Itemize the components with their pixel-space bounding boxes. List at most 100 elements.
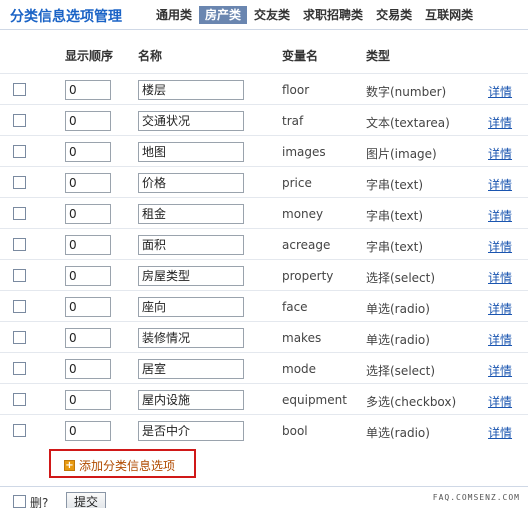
display-order-input[interactable]: 0 (65, 266, 111, 286)
delete-all-checkbox[interactable] (13, 495, 26, 508)
display-order-input[interactable]: 0 (65, 111, 111, 131)
detail-link[interactable]: 详情 (488, 176, 512, 193)
display-order-input[interactable]: 0 (65, 421, 111, 441)
header: 分类信息选项管理 通用类 房产类 交友类 求职招聘类 交易类 互联网类 (0, 0, 528, 30)
tab-4[interactable]: 交易类 (370, 6, 418, 24)
column-header-order: 显示顺序 (65, 49, 114, 63)
detail-link[interactable]: 详情 (488, 331, 512, 348)
tab-1[interactable]: 房产类 (199, 6, 248, 24)
variable-name: price (282, 176, 312, 190)
option-name-input[interactable]: 座向 (138, 297, 244, 317)
row-select-checkbox[interactable] (13, 145, 26, 158)
table-row: 0 房屋类型 property 选择(select) 详情 (0, 259, 528, 290)
table-row: 0 座向 face 单选(radio) 详情 (0, 290, 528, 321)
option-name-input[interactable]: 租金 (138, 204, 244, 224)
table-row: 0 屋内设施 equipment 多选(checkbox) 详情 (0, 383, 528, 414)
display-order-input[interactable]: 0 (65, 235, 111, 255)
table-header: 显示顺序 名称 变量名 类型 (0, 47, 528, 69)
option-type: 选择(select) (366, 271, 436, 285)
option-name-input[interactable]: 交通状况 (138, 111, 244, 131)
variable-name: makes (282, 331, 322, 345)
tab-3[interactable]: 求职招聘类 (297, 6, 369, 24)
detail-link[interactable]: 详情 (488, 300, 512, 317)
row-select-checkbox[interactable] (13, 331, 26, 344)
variable-name: traf (282, 114, 304, 128)
table-row: 0 装修情况 makes 单选(radio) 详情 (0, 321, 528, 352)
option-type: 单选(radio) (366, 302, 430, 316)
row-select-checkbox[interactable] (13, 114, 26, 127)
variable-name: floor (282, 83, 310, 97)
row-select-checkbox[interactable] (13, 238, 26, 251)
table-row: 0 楼层 floor 数字(number) 详情 (0, 73, 528, 104)
option-name-input[interactable]: 面积 (138, 235, 244, 255)
plus-icon: + (64, 460, 75, 471)
display-order-input[interactable]: 0 (65, 173, 111, 193)
variable-name: money (282, 207, 324, 221)
option-name-input[interactable]: 房屋类型 (138, 266, 244, 286)
display-order-input[interactable]: 0 (65, 328, 111, 348)
tab-5[interactable]: 互联网类 (419, 6, 479, 24)
category-tabs: 通用类 房产类 交友类 求职招聘类 交易类 互联网类 (150, 6, 480, 24)
row-select-checkbox[interactable] (13, 83, 26, 96)
delete-label: 删? (30, 496, 49, 508)
variable-name: images (282, 145, 326, 159)
display-order-input[interactable]: 0 (65, 204, 111, 224)
column-header-name: 名称 (138, 49, 163, 63)
detail-link[interactable]: 详情 (488, 238, 512, 255)
display-order-input[interactable]: 0 (65, 142, 111, 162)
row-select-checkbox[interactable] (13, 300, 26, 313)
option-name-input[interactable]: 装修情况 (138, 328, 244, 348)
option-type: 字串(text) (366, 209, 424, 223)
row-select-checkbox[interactable] (13, 269, 26, 282)
variable-name: equipment (282, 393, 347, 407)
variable-name: face (282, 300, 308, 314)
display-order-input[interactable]: 0 (65, 359, 111, 379)
option-name-input[interactable]: 居室 (138, 359, 244, 379)
detail-link[interactable]: 详情 (488, 393, 512, 410)
variable-name: bool (282, 424, 308, 438)
option-type: 字串(text) (366, 178, 424, 192)
add-option-label: 添加分类信息选项 (79, 459, 176, 473)
row-select-checkbox[interactable] (13, 393, 26, 406)
tab-2[interactable]: 交友类 (248, 6, 296, 24)
row-select-checkbox[interactable] (13, 176, 26, 189)
variable-name: acreage (282, 238, 331, 252)
detail-link[interactable]: 详情 (488, 145, 512, 162)
table-row: 0 地图 images 图片(image) 详情 (0, 135, 528, 166)
detail-link[interactable]: 详情 (488, 269, 512, 286)
option-type: 字串(text) (366, 240, 424, 254)
tab-0[interactable]: 通用类 (150, 6, 198, 24)
display-order-input[interactable]: 0 (65, 297, 111, 317)
option-name-input[interactable]: 屋内设施 (138, 390, 244, 410)
option-name-input[interactable]: 地图 (138, 142, 244, 162)
column-header-type: 类型 (366, 49, 391, 63)
table-row: 0 是否中介 bool 单选(radio) 详情 (0, 414, 528, 445)
detail-link[interactable]: 详情 (488, 114, 512, 131)
detail-link[interactable]: 详情 (488, 83, 512, 100)
row-select-checkbox[interactable] (13, 424, 26, 437)
watermark: FAQ.COMSENZ.COM (432, 493, 520, 502)
table-row: 0 居室 mode 选择(select) 详情 (0, 352, 528, 383)
row-select-checkbox[interactable] (13, 362, 26, 375)
option-type: 文本(textarea) (366, 116, 450, 130)
variable-name: mode (282, 362, 317, 376)
add-option-button[interactable]: + 添加分类信息选项 (64, 457, 175, 474)
option-name-input[interactable]: 价格 (138, 173, 244, 193)
submit-button[interactable]: 提交 (66, 492, 106, 508)
option-name-input[interactable]: 是否中介 (138, 421, 244, 441)
option-type: 多选(checkbox) (366, 395, 457, 409)
table-row: 0 租金 money 字串(text) 详情 (0, 197, 528, 228)
option-type: 图片(image) (366, 147, 437, 161)
option-type: 选择(select) (366, 364, 436, 378)
add-option-highlight: + 添加分类信息选项 (49, 449, 196, 478)
detail-link[interactable]: 详情 (488, 362, 512, 379)
option-name-input[interactable]: 楼层 (138, 80, 244, 100)
display-order-input[interactable]: 0 (65, 80, 111, 100)
table-row: 0 面积 acreage 字串(text) 详情 (0, 228, 528, 259)
row-select-checkbox[interactable] (13, 207, 26, 220)
detail-link[interactable]: 详情 (488, 207, 512, 224)
display-order-input[interactable]: 0 (65, 390, 111, 410)
detail-link[interactable]: 详情 (488, 424, 512, 441)
option-type: 单选(radio) (366, 333, 430, 347)
option-type: 数字(number) (366, 85, 447, 99)
